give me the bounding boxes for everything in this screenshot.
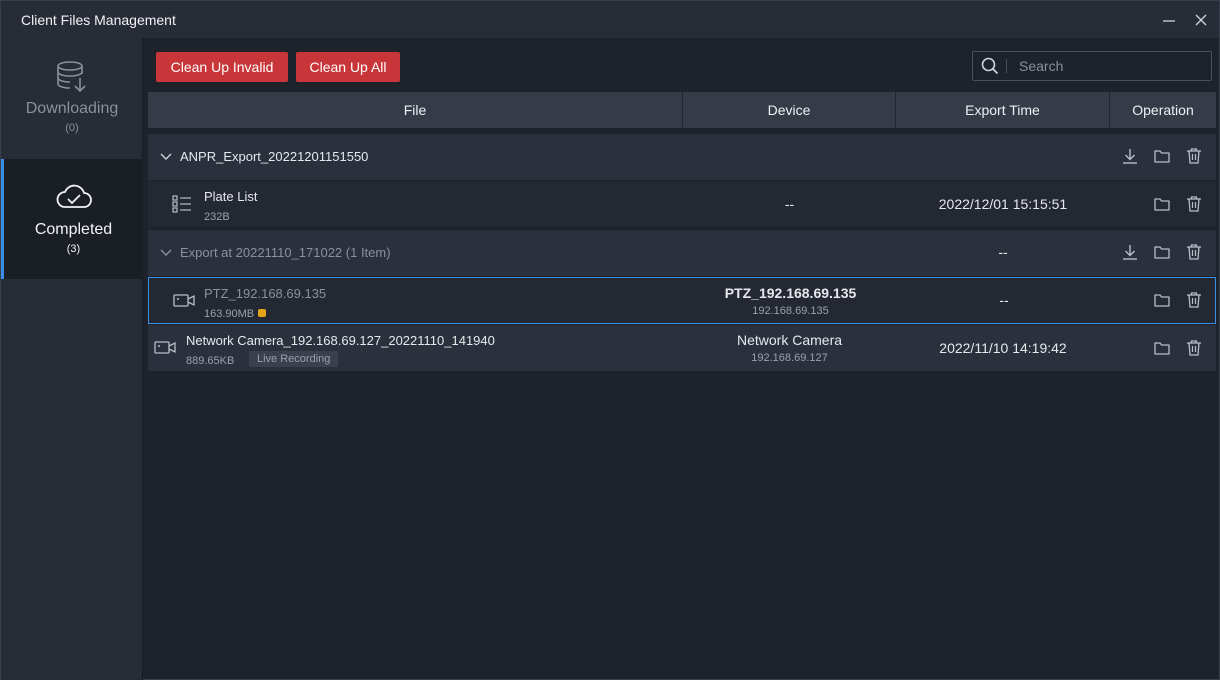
group-name: Export at 20221110_171022 (1 Item)	[180, 245, 391, 260]
clean-up-invalid-button[interactable]: Clean Up Invalid	[156, 52, 288, 82]
list-icon	[172, 195, 191, 213]
column-header-operation: Operation	[1132, 102, 1194, 118]
file-name: Network Camera_192.168.69.127_20221110_1…	[186, 333, 495, 348]
column-header-file[interactable]: File	[148, 92, 683, 128]
sidebar-item-label: Downloading	[25, 100, 119, 117]
chevron-down-icon	[160, 249, 172, 256]
window-title: Client Files Management	[21, 11, 176, 28]
device-name: Network Camera	[736, 332, 843, 348]
device-name: PTZ_192.168.69.135	[724, 285, 857, 301]
file-name: PTZ_192.168.69.135	[204, 286, 327, 301]
export-time: 2022/11/10 14:19:42	[939, 340, 1067, 356]
search-icon-wrap[interactable]	[973, 57, 1007, 75]
download-icon[interactable]	[1121, 243, 1139, 261]
column-header-device[interactable]: Device	[683, 92, 896, 128]
table-row[interactable]: Plate List 232B -- 2022/12/01 15:15:51	[148, 181, 1216, 227]
export-time: --	[999, 292, 1009, 308]
folder-icon[interactable]	[1153, 243, 1171, 261]
table-group-row[interactable]: Export at 20221110_171022 (1 Item) --	[148, 230, 1216, 276]
group-name: ANPR_Export_20221201151550	[180, 149, 369, 164]
file-size: 889.65KB	[186, 355, 235, 367]
trash-icon[interactable]	[1185, 195, 1203, 213]
folder-icon[interactable]	[1153, 195, 1171, 213]
chevron-down-icon	[160, 153, 172, 160]
table-row[interactable]: Network Camera_192.168.69.127_20221110_1…	[148, 325, 1216, 371]
table-row[interactable]: PTZ_192.168.69.135 163.90MB PTZ_192.168.…	[148, 277, 1216, 324]
trash-icon[interactable]	[1185, 339, 1203, 357]
file-size: 163.90MB	[204, 308, 255, 320]
export-time: --	[998, 244, 1008, 260]
sidebar: Downloading (0) Completed (3)	[1, 38, 143, 680]
trash-icon[interactable]	[1185, 243, 1203, 261]
sidebar-item-label: Completed	[34, 221, 113, 238]
search-box	[972, 51, 1212, 81]
minimize-button[interactable]	[1159, 10, 1179, 30]
cloud-check-icon	[56, 184, 92, 208]
device-name: --	[784, 196, 795, 212]
database-download-icon	[57, 61, 86, 93]
close-icon	[1195, 14, 1207, 26]
file-size: 232B	[204, 211, 230, 223]
warning-icon	[258, 309, 267, 318]
download-icon[interactable]	[1121, 147, 1139, 165]
sidebar-item-count: (0)	[65, 122, 79, 134]
title-bar: Client Files Management	[1, 1, 1219, 38]
table-header: File Device Export Time Operation	[148, 92, 1216, 128]
live-recording-tag: Live Recording	[249, 351, 339, 367]
camera-icon	[173, 294, 195, 307]
table-group-row[interactable]: ANPR_Export_20221201151550	[148, 134, 1216, 180]
sidebar-item-count: (3)	[66, 243, 81, 255]
empty-list-area	[148, 372, 1216, 678]
search-icon	[981, 57, 998, 75]
camera-icon	[154, 341, 176, 354]
search-input[interactable]	[1007, 58, 1197, 74]
export-time: 2022/12/01 15:15:51	[938, 196, 1068, 212]
sidebar-item-downloading[interactable]: Downloading (0)	[1, 38, 143, 158]
column-header-export-time[interactable]: Export Time	[896, 92, 1110, 128]
file-name: Plate List	[204, 189, 258, 204]
trash-icon[interactable]	[1185, 291, 1203, 309]
device-ip: 192.168.69.127	[751, 352, 828, 364]
file-size-wrap: 163.90MB	[204, 308, 267, 320]
minimize-icon	[1163, 20, 1175, 22]
close-button[interactable]	[1191, 10, 1211, 30]
trash-icon[interactable]	[1185, 147, 1203, 165]
client-files-window: Client Files Management Downloading (0)	[0, 0, 1220, 680]
folder-icon[interactable]	[1153, 291, 1171, 309]
clean-up-all-button[interactable]: Clean Up All	[296, 52, 400, 82]
sidebar-item-completed[interactable]: Completed (3)	[1, 159, 143, 279]
device-ip: 192.168.69.135	[752, 305, 829, 317]
folder-icon[interactable]	[1153, 147, 1171, 165]
folder-icon[interactable]	[1153, 339, 1171, 357]
